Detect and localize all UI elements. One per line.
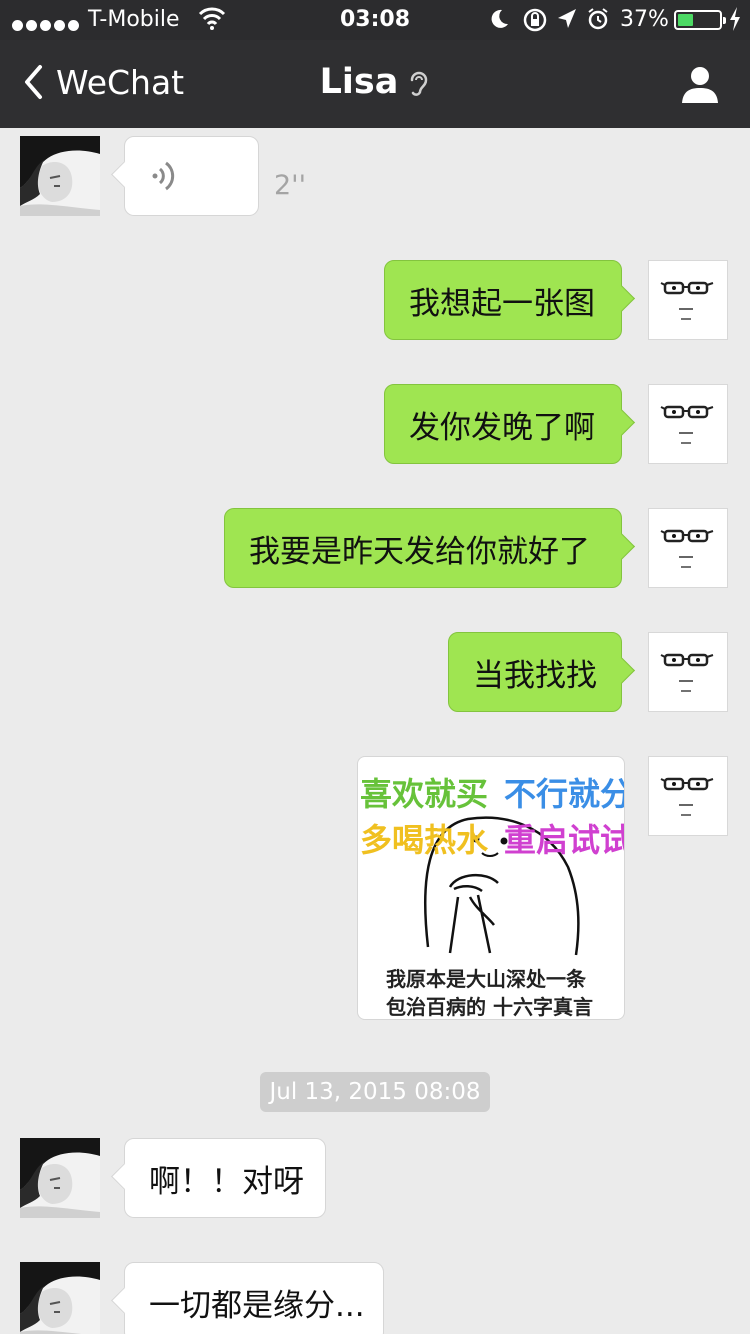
incoming-message[interactable]: 一切都是缘分... [124, 1262, 384, 1334]
glasses-face-icon [660, 281, 714, 320]
avatar[interactable] [648, 260, 728, 340]
outgoing-message[interactable]: 我要是昨天发给你就好了 [224, 508, 622, 588]
moon-icon [488, 7, 510, 37]
chat-title: Lisa [0, 62, 750, 102]
sticker-caption: 我原本是大山深处一条 [386, 967, 586, 991]
glasses-face-icon [660, 777, 714, 816]
avatar[interactable] [648, 384, 728, 464]
sticker-text: 多喝热水 [360, 821, 489, 859]
status-bar: T-Mobile 03:08 37% [0, 0, 750, 40]
profile-icon[interactable] [680, 64, 720, 104]
avatar[interactable] [20, 136, 100, 216]
timestamp-pill: Jul 13, 2015 08:08 [260, 1072, 490, 1112]
voice-message-bubble[interactable] [124, 136, 259, 216]
sticker-text: 重启试试 [504, 821, 625, 859]
earpiece-mode-icon [411, 71, 428, 96]
glasses-face-icon [660, 405, 714, 444]
battery-percent: 37% [620, 7, 669, 32]
chat-area[interactable]: 2'' 我想起一张图 发你发晚了啊 我要是昨天发给你就好了 当我找找 喜欢就买 … [0, 128, 750, 1334]
avatar[interactable] [20, 1262, 100, 1334]
outgoing-message[interactable]: 我想起一张图 [384, 260, 622, 340]
avatar[interactable] [20, 1138, 100, 1218]
glasses-face-icon [660, 653, 714, 692]
glasses-face-icon [660, 529, 714, 568]
alarm-icon [586, 7, 610, 37]
lisa-portrait-icon [20, 1262, 100, 1334]
incoming-message[interactable]: 啊！！对呀 [124, 1138, 326, 1218]
battery-icon [674, 10, 726, 30]
location-arrow-icon [556, 7, 578, 37]
avatar[interactable] [648, 632, 728, 712]
sticker-text: 喜欢就买 [360, 775, 489, 813]
nav-bar: WeChat Lisa [0, 40, 750, 128]
voice-wave-icon [152, 161, 175, 191]
outgoing-message[interactable]: 发你发晚了啊 [384, 384, 622, 464]
sticker-text: 不行就分 [504, 775, 625, 813]
outgoing-message[interactable]: 当我找找 [448, 632, 622, 712]
sticker-image[interactable]: 喜欢就买 不行就分 多喝热水 重启试试 我原本是大山深处一条 包治百病的 十六字… [357, 756, 625, 1020]
sticker-caption: 包治百病的 十六字真言 [386, 995, 593, 1019]
rotation-lock-icon [522, 7, 548, 39]
avatar[interactable] [648, 508, 728, 588]
lisa-portrait-icon [20, 136, 100, 216]
avatar[interactable] [648, 756, 728, 836]
lisa-portrait-icon [20, 1138, 100, 1218]
contact-name: Lisa [319, 62, 399, 102]
charging-icon [728, 6, 742, 38]
voice-duration: 2'' [274, 170, 307, 201]
